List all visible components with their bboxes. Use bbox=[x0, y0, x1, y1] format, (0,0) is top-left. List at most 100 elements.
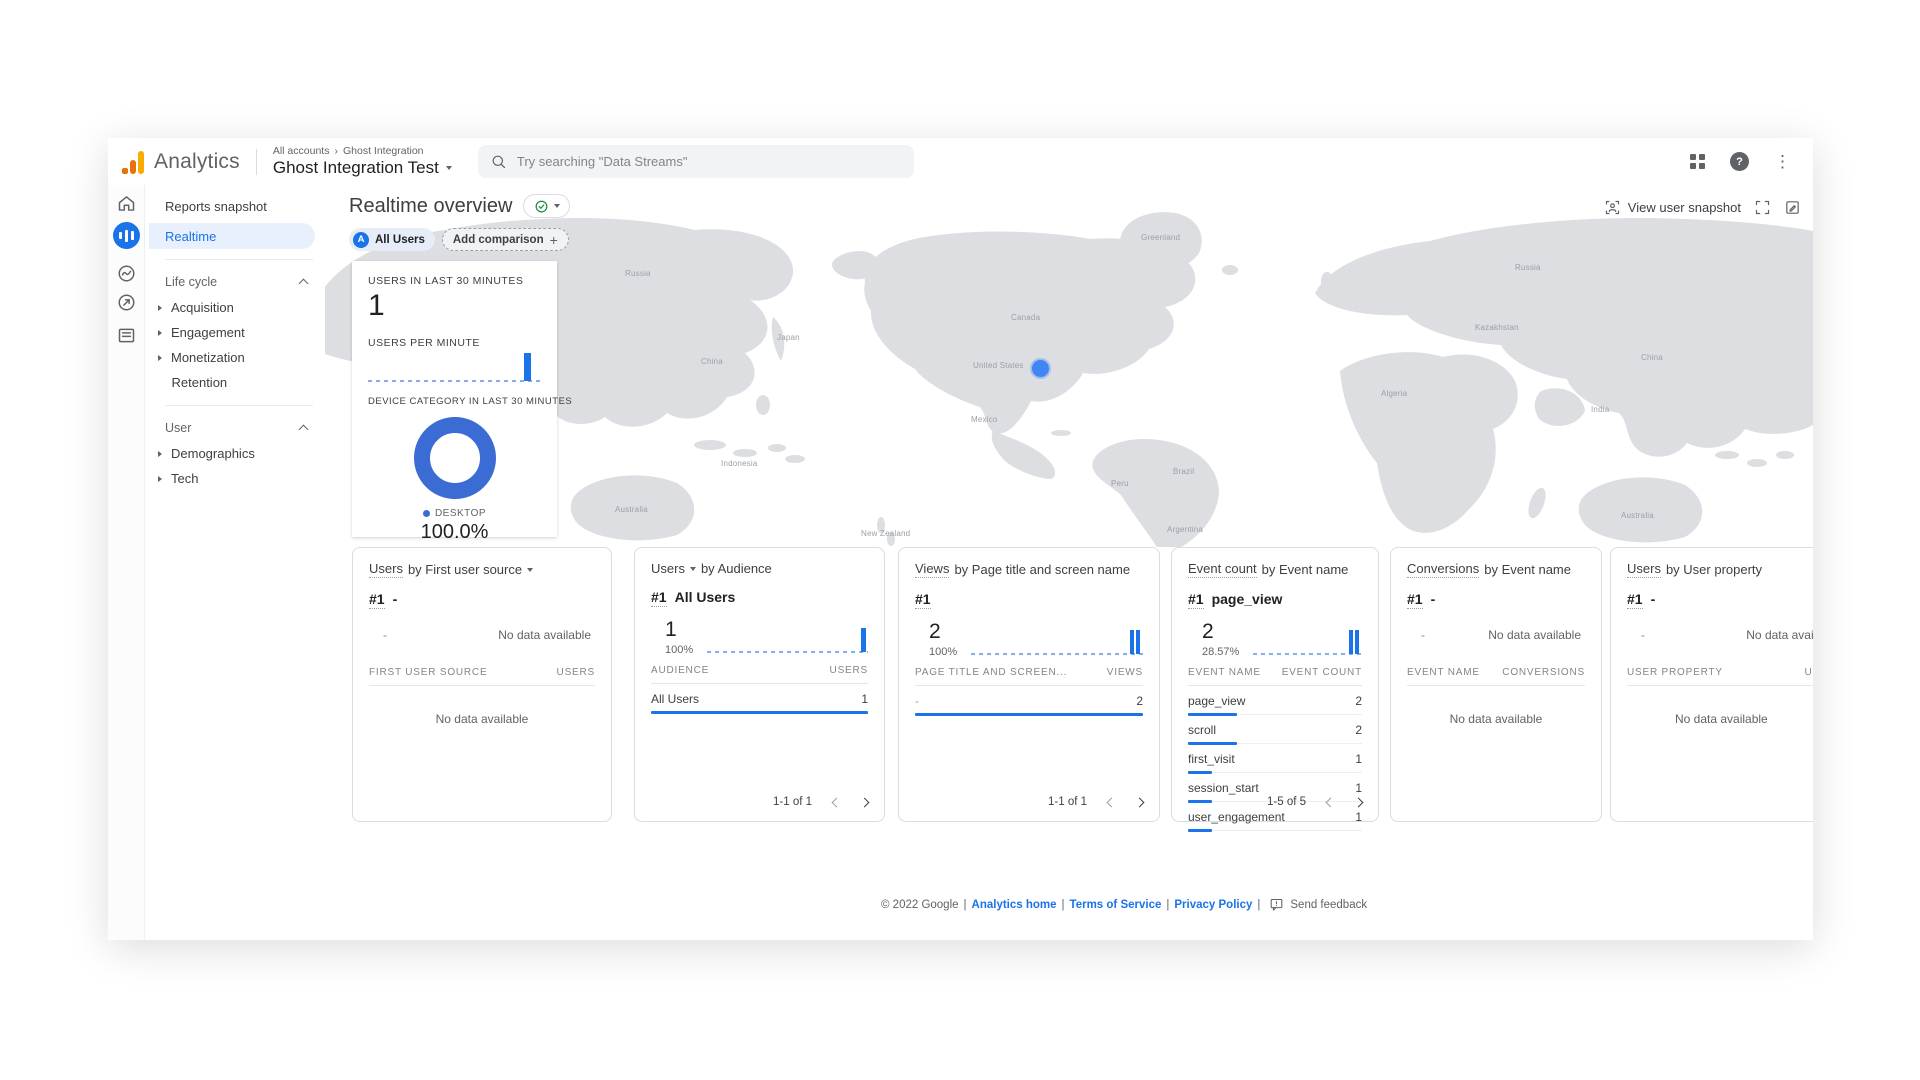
card-metric: Users bbox=[1627, 561, 1661, 578]
sparkline-bar bbox=[861, 628, 866, 652]
column-header: EVENT COUNT bbox=[1282, 667, 1362, 678]
previous-page-icon[interactable] bbox=[1326, 797, 1336, 807]
no-data-note: No data available bbox=[1746, 628, 1813, 642]
column-header: USERS bbox=[557, 667, 595, 678]
property-switcher[interactable]: Ghost Integration Test bbox=[273, 158, 452, 178]
device-legend: DESKTOP bbox=[368, 508, 541, 519]
table-row[interactable]: All Users 1 bbox=[651, 684, 868, 713]
table-row[interactable]: page_view2 bbox=[1188, 686, 1362, 715]
help-icon[interactable]: ? bbox=[1730, 152, 1749, 171]
card-title[interactable]: Users by User property bbox=[1627, 561, 1813, 578]
previous-page-icon[interactable] bbox=[832, 797, 842, 807]
sparkline-bar bbox=[1136, 630, 1140, 654]
fullscreen-icon[interactable] bbox=[1754, 199, 1771, 216]
next-page-icon[interactable] bbox=[860, 797, 870, 807]
chevron-up-icon bbox=[299, 425, 309, 435]
audience-avatar: A bbox=[353, 232, 369, 248]
card-title[interactable]: Views by Page title and screen name bbox=[915, 561, 1143, 578]
send-feedback-button[interactable]: Send feedback bbox=[1269, 897, 1367, 912]
card-title-rest: by Event name bbox=[1484, 562, 1571, 577]
column-header: USERS bbox=[830, 665, 868, 676]
more-menu-icon[interactable]: ⋮ bbox=[1774, 153, 1791, 170]
card-metric: Views bbox=[915, 561, 949, 578]
clipped-chevron-icon[interactable] bbox=[1811, 203, 1813, 213]
card-users-by-audience: Users by Audience #1All Users 1 100% AUD… bbox=[634, 547, 885, 822]
nav-label: Demographics bbox=[171, 446, 255, 461]
next-page-icon[interactable] bbox=[1135, 797, 1145, 807]
add-comparison-button[interactable]: Add comparison + bbox=[442, 228, 569, 251]
home-icon[interactable] bbox=[116, 193, 137, 214]
analytics-logo-icon[interactable] bbox=[122, 150, 144, 174]
card-title[interactable]: Conversions by Event name bbox=[1407, 561, 1585, 578]
row-value-bar bbox=[1188, 829, 1212, 832]
breadcrumb-account[interactable]: Ghost Integration bbox=[343, 145, 424, 157]
page-footer: © 2022 Google | Analytics home | Terms o… bbox=[881, 897, 1367, 912]
nav-engagement[interactable]: Engagement bbox=[145, 320, 325, 345]
na-value: - bbox=[1407, 628, 1425, 642]
nav-section-user[interactable]: User bbox=[145, 415, 325, 441]
caret-down-icon bbox=[690, 567, 696, 571]
card-event-count-by-event-name: Event count by Event name #1page_view 2 … bbox=[1171, 547, 1379, 822]
rank-badge: #1 bbox=[369, 591, 385, 609]
empty-table-message: No data available bbox=[369, 712, 595, 726]
terms-of-service-link[interactable]: Terms of Service bbox=[1070, 899, 1162, 911]
explore-icon[interactable] bbox=[116, 263, 137, 284]
card-title[interactable]: Event count by Event name bbox=[1188, 561, 1362, 578]
library-icon[interactable] bbox=[116, 325, 137, 346]
expand-arrow-icon bbox=[158, 305, 162, 311]
report-controls: View user snapshot bbox=[1604, 199, 1813, 216]
card-sparkline bbox=[971, 616, 1143, 658]
rank-headline: - bbox=[1431, 591, 1436, 607]
nav-tech[interactable]: Tech bbox=[145, 466, 325, 491]
nav-section-life-cycle[interactable]: Life cycle bbox=[145, 269, 325, 295]
rank-headline: page_view bbox=[1212, 591, 1283, 607]
product-name: Analytics bbox=[154, 150, 240, 174]
row-value-bar bbox=[915, 713, 1143, 716]
view-user-snapshot-button[interactable]: View user snapshot bbox=[1604, 199, 1741, 216]
nav-reports-snapshot[interactable]: Reports snapshot bbox=[145, 193, 325, 219]
row-value: 1 bbox=[1355, 752, 1362, 766]
nav-label: Tech bbox=[171, 471, 198, 486]
pagination: 1-1 of 1 bbox=[773, 796, 868, 808]
empty-table-message: No data available bbox=[1627, 712, 1813, 726]
stat-value: 1 bbox=[665, 618, 693, 641]
privacy-policy-link[interactable]: Privacy Policy bbox=[1174, 899, 1252, 911]
row-value: 2 bbox=[1136, 694, 1143, 708]
search-icon bbox=[490, 153, 507, 170]
previous-page-icon[interactable] bbox=[1107, 797, 1117, 807]
advertising-icon[interactable] bbox=[116, 292, 137, 313]
sparkline-bar bbox=[524, 353, 531, 381]
nav-retention[interactable]: Retention bbox=[145, 370, 325, 395]
card-title[interactable]: Users by Audience bbox=[651, 561, 868, 576]
nav-acquisition[interactable]: Acquisition bbox=[145, 295, 325, 320]
na-value: - bbox=[1627, 628, 1645, 642]
all-users-chip[interactable]: A All Users bbox=[349, 228, 435, 251]
rank-headline: All Users bbox=[675, 589, 736, 605]
column-header: FIRST USER SOURCE bbox=[369, 667, 487, 678]
breadcrumb-all-accounts[interactable]: All accounts bbox=[273, 145, 330, 157]
customize-report-icon[interactable] bbox=[1784, 199, 1801, 216]
table-row[interactable]: scroll2 bbox=[1188, 715, 1362, 744]
card-users-by-user-property: Users by User property #1- -No data avai… bbox=[1610, 547, 1813, 822]
sparkline-bar bbox=[1130, 630, 1134, 654]
analytics-home-link[interactable]: Analytics home bbox=[972, 899, 1057, 911]
nav-monetization[interactable]: Monetization bbox=[145, 345, 325, 370]
card-metric: Users bbox=[651, 561, 685, 576]
card-title[interactable]: Users by First user source bbox=[369, 561, 595, 578]
next-page-icon[interactable] bbox=[1354, 797, 1364, 807]
main-content: Russia China Japan Indonesia Australia N… bbox=[325, 185, 1813, 940]
google-apps-icon[interactable] bbox=[1690, 154, 1705, 169]
rank-badge: #1 bbox=[915, 591, 931, 609]
reports-icon-active[interactable] bbox=[113, 222, 140, 249]
row-value: 2 bbox=[1355, 694, 1362, 708]
search-input[interactable]: Try searching "Data Streams" bbox=[478, 145, 914, 178]
sparkline-bar bbox=[1349, 630, 1353, 654]
data-quality-badge[interactable] bbox=[523, 194, 570, 218]
card-title-rest: by Page title and screen name bbox=[954, 562, 1130, 577]
row-value: 1 bbox=[861, 692, 868, 706]
nav-realtime[interactable]: Realtime bbox=[149, 223, 315, 249]
table-row[interactable]: - 2 bbox=[915, 686, 1143, 715]
nav-label: Reports snapshot bbox=[165, 199, 267, 214]
nav-demographics[interactable]: Demographics bbox=[145, 441, 325, 466]
table-row[interactable]: first_visit1 bbox=[1188, 744, 1362, 773]
